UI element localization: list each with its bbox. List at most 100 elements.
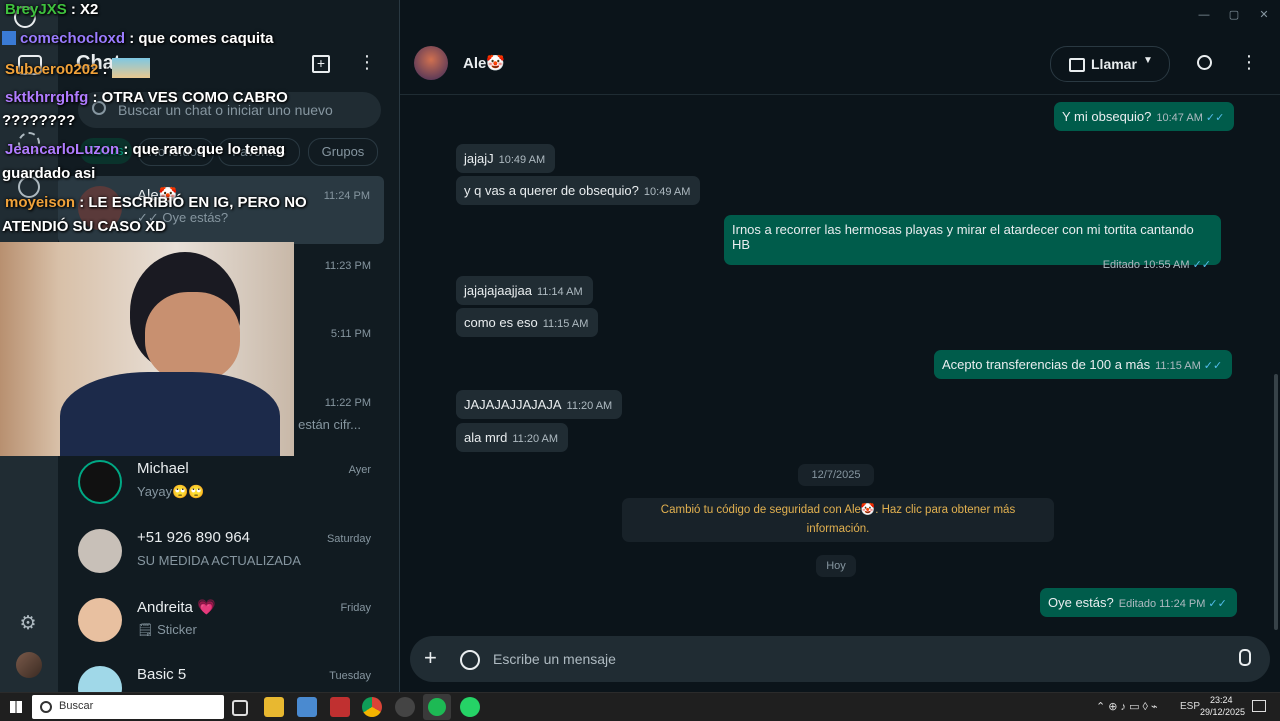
app-icon[interactable] bbox=[395, 697, 415, 717]
profile-avatar[interactable] bbox=[16, 652, 42, 678]
message-incoming[interactable]: JAJAJAJJAJAJA 11:20 AM bbox=[456, 390, 623, 419]
notice-line: información. bbox=[806, 523, 870, 535]
whatsapp-taskbar-icon[interactable] bbox=[460, 697, 480, 717]
menu-kebab-icon[interactable]: ⋮ bbox=[1240, 52, 1258, 72]
message-incoming[interactable]: jajajJ 10:49 AM bbox=[456, 144, 556, 173]
avatar bbox=[78, 460, 122, 504]
task-view-icon[interactable] bbox=[232, 700, 248, 716]
contact-name[interactable]: Ale🤡 bbox=[463, 54, 505, 72]
message-incoming[interactable]: y q vas a querer de obsequio? 10:49 AM bbox=[456, 176, 701, 205]
overlay-chat-line: Subcero0202 : bbox=[5, 58, 150, 80]
chat-name: Basic 5 bbox=[137, 666, 187, 683]
chrome-icon[interactable] bbox=[362, 697, 382, 717]
chevron-down-icon: ▼ bbox=[1143, 55, 1153, 66]
message-outgoing[interactable]: Oye estás? Editado 11:24 PM ✓✓ bbox=[1040, 588, 1237, 617]
menu-kebab-icon[interactable]: ⋮ bbox=[358, 52, 376, 72]
chat-last-message: 🗒 Sticker bbox=[137, 622, 197, 637]
video-camera-icon bbox=[1069, 58, 1085, 72]
new-chat-button[interactable]: + bbox=[312, 55, 330, 73]
overlay-chat-line: guardado asi bbox=[2, 164, 95, 184]
message-incoming[interactable]: como es eso 11:15 AM bbox=[456, 308, 599, 337]
avatar bbox=[78, 598, 122, 642]
contact-avatar[interactable] bbox=[414, 46, 448, 80]
read-ticks-icon: ✓✓ bbox=[1205, 112, 1225, 124]
message-time: 10:47 AM bbox=[1156, 112, 1203, 124]
message-outgoing[interactable]: Acepto transferencias de 100 a más 11:15 … bbox=[934, 350, 1233, 379]
chat-list-item[interactable]: Andreita 💗 Friday 🗒 Sticker bbox=[58, 588, 399, 656]
chat-list-item[interactable]: +51 926 890 964 Saturday SU MEDIDA ACTUA… bbox=[58, 519, 399, 587]
overlay-msg: : que comes caquita bbox=[125, 30, 274, 47]
clock-time[interactable]: 23:24 bbox=[1210, 695, 1233, 705]
streamer-body bbox=[60, 372, 280, 456]
chat-list-item[interactable]: Basic 5 Tuesday bbox=[58, 656, 399, 692]
chat-list-item[interactable]: Michael Ayer Yayay🙄🙄 bbox=[58, 450, 399, 518]
message-text: JAJAJAJJAJAJA bbox=[464, 397, 562, 412]
settings-icon[interactable]: ⚙ bbox=[18, 614, 38, 634]
windows-start-icon[interactable] bbox=[10, 701, 22, 713]
message-outgoing[interactable]: Y mi obsequio? 10:47 AM ✓✓ bbox=[1054, 102, 1235, 131]
overlay-msg: : OTRA VES COMO CABRO bbox=[88, 89, 288, 106]
message-incoming[interactable]: jajajajaajjaa 11:14 AM bbox=[456, 276, 593, 305]
message-text: Acepto transferencias de 100 a más bbox=[942, 357, 1151, 372]
message-time: 10:49 AM bbox=[498, 154, 546, 166]
overlay-user: JeancarloLuzon bbox=[5, 141, 120, 158]
message-time: Editado 10:55 AM bbox=[1102, 259, 1190, 271]
chat-last-message: Yayay🙄🙄 bbox=[137, 484, 205, 499]
overlay-chat-line: ATENDIÓ SU CASO XD bbox=[2, 217, 166, 237]
tray-icons[interactable]: ⌃ ⊕ ♪ ▭ ◊ ⌁ bbox=[1096, 700, 1158, 713]
overlay-msg: : que raro que lo tenag bbox=[119, 141, 286, 158]
spotify-icon[interactable] bbox=[423, 694, 451, 720]
message-incoming[interactable]: ala mrd 11:20 AM bbox=[456, 423, 569, 452]
filter-chip-groups[interactable]: Grupos bbox=[308, 138, 378, 166]
date-separator: 12/7/2025 bbox=[798, 464, 874, 486]
chat-time: 5:11 PM bbox=[330, 328, 371, 340]
message-composer: + Escribe un mensaje bbox=[410, 636, 1270, 682]
close-button[interactable]: ✕ bbox=[1250, 4, 1278, 26]
read-ticks-icon: ✓✓ bbox=[1192, 259, 1211, 271]
message-time: 11:20 AM bbox=[566, 400, 613, 412]
app-icon[interactable] bbox=[330, 697, 350, 717]
webcam-overlay bbox=[0, 242, 294, 456]
microphone-icon[interactable] bbox=[1239, 649, 1251, 666]
chat-time: Saturday bbox=[326, 533, 371, 545]
chat-last-message: s están cifr... bbox=[288, 417, 361, 432]
chat-time: Friday bbox=[340, 602, 371, 614]
message-input[interactable]: Escribe un mensaje bbox=[493, 651, 616, 667]
taskbar-search[interactable]: Buscar bbox=[32, 695, 224, 719]
language-indicator[interactable]: ESP bbox=[1180, 701, 1200, 712]
notification-icon[interactable] bbox=[1252, 700, 1266, 712]
message-text: Irnos a recorrer las hermosas playas y m… bbox=[732, 222, 1194, 252]
overlay-user: sktkhrrghfg bbox=[5, 89, 89, 106]
window-titlebar: — ▢ ✕ bbox=[400, 0, 1280, 34]
message-text: ala mrd bbox=[464, 430, 508, 445]
overlay-msg: : LE ESCRIBIÓ EN IG, PERO NO bbox=[75, 194, 307, 211]
overlay-user: Subcero0202 bbox=[5, 61, 99, 78]
overlay-msg: guardado asi bbox=[2, 165, 96, 182]
search-icon[interactable] bbox=[1197, 55, 1212, 70]
chat-time: 11:24 PM bbox=[323, 190, 370, 202]
overlay-chat-line: comechocloxd : que comes caquita bbox=[2, 29, 273, 49]
message-time: 11:20 AM bbox=[512, 433, 559, 445]
clock-date[interactable]: 29/12/2025 bbox=[1200, 707, 1245, 717]
avatar bbox=[78, 529, 122, 573]
app-icon[interactable] bbox=[297, 697, 317, 717]
message-time: 10:49 AM bbox=[643, 186, 691, 198]
chat-time: Tuesday bbox=[329, 670, 371, 682]
attach-plus-icon[interactable]: + bbox=[424, 646, 437, 670]
chat-scrollbar[interactable] bbox=[1274, 374, 1278, 630]
call-label: Llamar bbox=[1091, 56, 1137, 72]
overlay-msg: ???????? bbox=[2, 112, 76, 129]
security-code-notice[interactable]: Cambió tu código de seguridad con Ale🤡. … bbox=[622, 498, 1054, 542]
overlay-chat-line: sktkhrrghfg : OTRA VES COMO CABRO bbox=[5, 88, 288, 108]
read-ticks-icon: ✓✓ bbox=[1203, 360, 1223, 372]
emoji-sticker-icon[interactable] bbox=[460, 650, 480, 670]
message-time: 11:14 AM bbox=[536, 286, 583, 298]
message-text: y q vas a querer de obsequio? bbox=[464, 183, 639, 198]
message-outgoing[interactable]: Irnos a recorrer las hermosas playas y m… bbox=[724, 215, 1221, 271]
message-text: jajajJ bbox=[464, 151, 494, 166]
call-button[interactable]: Llamar ▼ bbox=[1050, 46, 1170, 82]
search-icon bbox=[40, 701, 52, 713]
maximize-button[interactable]: ▢ bbox=[1220, 4, 1248, 26]
minimize-button[interactable]: — bbox=[1190, 4, 1218, 26]
file-explorer-icon[interactable] bbox=[264, 697, 284, 717]
